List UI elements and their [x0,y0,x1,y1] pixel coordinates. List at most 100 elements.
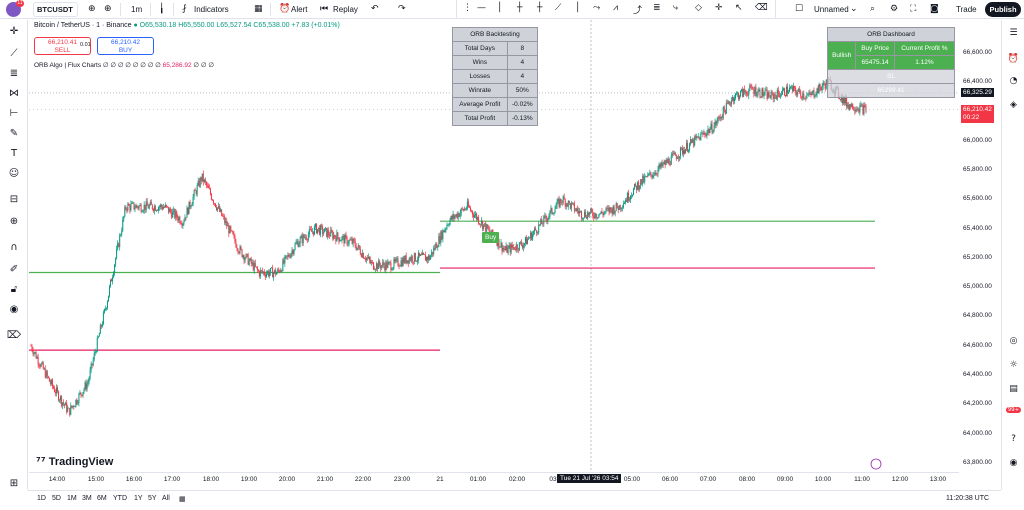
notifications-badge[interactable]: 99+ [1002,404,1024,414]
search-icon[interactable]: ⌕ [870,2,875,17]
indicators-icon[interactable]: ⨏ [182,2,187,17]
watchlist-icon[interactable]: ☰ [1002,28,1024,38]
text-tool-icon[interactable]: T [0,148,28,159]
redo-icon[interactable]: ↷ [398,2,406,17]
candle-body [274,269,276,273]
time-axis[interactable]: 14:00 15:00 16:00 17:00 18:00 19:00 20:00 21:00… [29,472,959,490]
range-3m[interactable]: 3M [82,495,92,502]
calendar-icon[interactable]: ▤ [1002,384,1024,394]
trendline-tool-icon[interactable]: ⟋ [0,48,28,59]
candle-body [104,308,106,310]
emoji-tool-icon[interactable]: ☺ [0,168,28,179]
range-ytd[interactable]: YTD [113,495,127,502]
candle-body [129,205,131,211]
checkbox-icon[interactable]: ☐ [795,2,803,17]
replay-icon[interactable]: ⏮ [320,2,328,17]
candle-body [83,389,85,393]
path-icon[interactable]: ⤴ [633,3,642,16]
shapes-icon[interactable]: ◇ [695,3,702,13]
vertical-line-icon[interactable]: │ [497,3,502,13]
candle-body [559,199,561,207]
alert-icon[interactable]: ⏰ [279,2,290,17]
buy-button[interactable]: 66,210.42 BUY [97,37,154,55]
layout-name[interactable]: Unnamed [814,2,849,17]
crosshair-icon[interactable]: ✛ [715,3,723,13]
chat-icon[interactable]: ◔ [1002,76,1024,86]
eraser-icon[interactable]: ⌫ [755,3,768,13]
candles-icon[interactable]: ╽ [159,2,164,17]
bulb-icon[interactable]: ☼ [1002,360,1024,370]
magnet-icon[interactable]: ∩ [0,242,28,253]
crosshair-tool-icon[interactable]: ✛ [0,26,28,37]
candle-body [411,256,413,262]
price-tick: 66,600.00 [963,48,992,56]
undo-icon[interactable]: ↶ [371,2,379,17]
layers-icon[interactable]: ◈ [1002,100,1024,110]
candle-body [583,217,585,219]
range-all[interactable]: All [162,495,170,502]
zigzag-icon[interactable]: ⩘ [613,3,618,13]
target-icon[interactable]: ◎ [1002,336,1024,346]
object-tree-icon[interactable]: ⊞ [0,478,28,489]
drag-handle-icon[interactable]: ⋮ [463,3,472,13]
range-5d[interactable]: 5D [52,495,61,502]
candle-body [144,204,146,210]
publish-button[interactable]: Publish [985,2,1021,17]
plus-circle-icon[interactable]: ⊕ [88,2,96,17]
chat-bubble-icon[interactable]: ◉ [1002,458,1024,468]
fib-icon[interactable]: ≣ [653,3,661,13]
eye-icon[interactable]: ◉ [0,304,28,315]
range-1m[interactable]: 1M [67,495,77,502]
indicators-button[interactable]: Indicators [194,2,229,17]
alerts-icon[interactable]: ⏰ [1002,54,1024,64]
zoom-icon[interactable]: ⊕ [0,216,28,227]
range-1y[interactable]: 1Y [134,495,143,502]
candle-body [546,218,548,221]
compare-icon[interactable]: ⊕ [104,2,112,17]
utc-clock[interactable]: 11:20:38 UTC [946,495,989,502]
candle-body [518,242,520,251]
fib-tool-icon[interactable]: ≣ [0,68,28,79]
range-6m[interactable]: 6M [97,495,107,502]
stay-drawing-icon[interactable]: ✐ [0,264,28,275]
brush-tool-icon[interactable]: ✎ [0,128,28,139]
indicator-legend[interactable]: ORB Algo | Flux Charts ∅ ∅ ∅ ∅ ∅ ∅ ∅ ∅ 6… [34,61,214,69]
pattern-tool-icon[interactable]: ⋈ [0,88,28,99]
alert-button[interactable]: Alert [291,2,307,17]
candle-body [353,238,355,242]
settings-icon[interactable]: ⚙ [890,2,898,17]
ruler-icon[interactable]: ⊟ [0,194,28,205]
goto-date-icon[interactable]: ▦ [179,495,186,503]
symbol-search[interactable]: BTCUSDT [33,2,78,17]
range-1d[interactable]: 1D [37,495,46,502]
candle-body [451,216,453,220]
cursor-icon[interactable]: ↖ [735,3,743,13]
candle-body [634,183,636,189]
trade-button[interactable]: Trade [956,2,977,17]
trash-icon[interactable]: ⌦ [0,330,28,341]
templates-icon[interactable]: ▦ [254,2,263,17]
candle-body [541,219,543,224]
trend-line-icon[interactable]: ⟋ [555,3,561,13]
curve-icon[interactable]: ⤳ [593,3,600,13]
ray-icon[interactable]: │ [575,3,580,13]
cross-line-icon[interactable]: ┼ [537,3,542,13]
lock-icon[interactable]: 🔓︎ [0,284,28,295]
cross-line-icon[interactable]: ┼ [517,3,522,13]
range-5y[interactable]: 5Y [148,495,157,502]
chevron-down-icon[interactable]: ⌄ [850,2,858,17]
candle-body [176,211,178,218]
price-axis[interactable]: 66,600.0066,400.0066,200.0066,000.0065,8… [959,20,1001,472]
candle-body [783,88,785,96]
candle-body [488,228,490,230]
candle-body [284,256,286,264]
forecast-tool-icon[interactable]: ⊢ [0,108,28,119]
help-icon[interactable]: ? [1002,434,1024,444]
fullscreen-icon[interactable]: ⛶ [910,2,916,17]
replay-button[interactable]: Replay [333,2,358,17]
candle-body [416,260,418,262]
measure-icon[interactable]: ⤷ [673,3,678,13]
interval-selector[interactable]: 1m [131,2,142,17]
horizontal-line-icon[interactable]: — [477,3,486,13]
camera-icon[interactable]: ◙ [930,2,939,17]
